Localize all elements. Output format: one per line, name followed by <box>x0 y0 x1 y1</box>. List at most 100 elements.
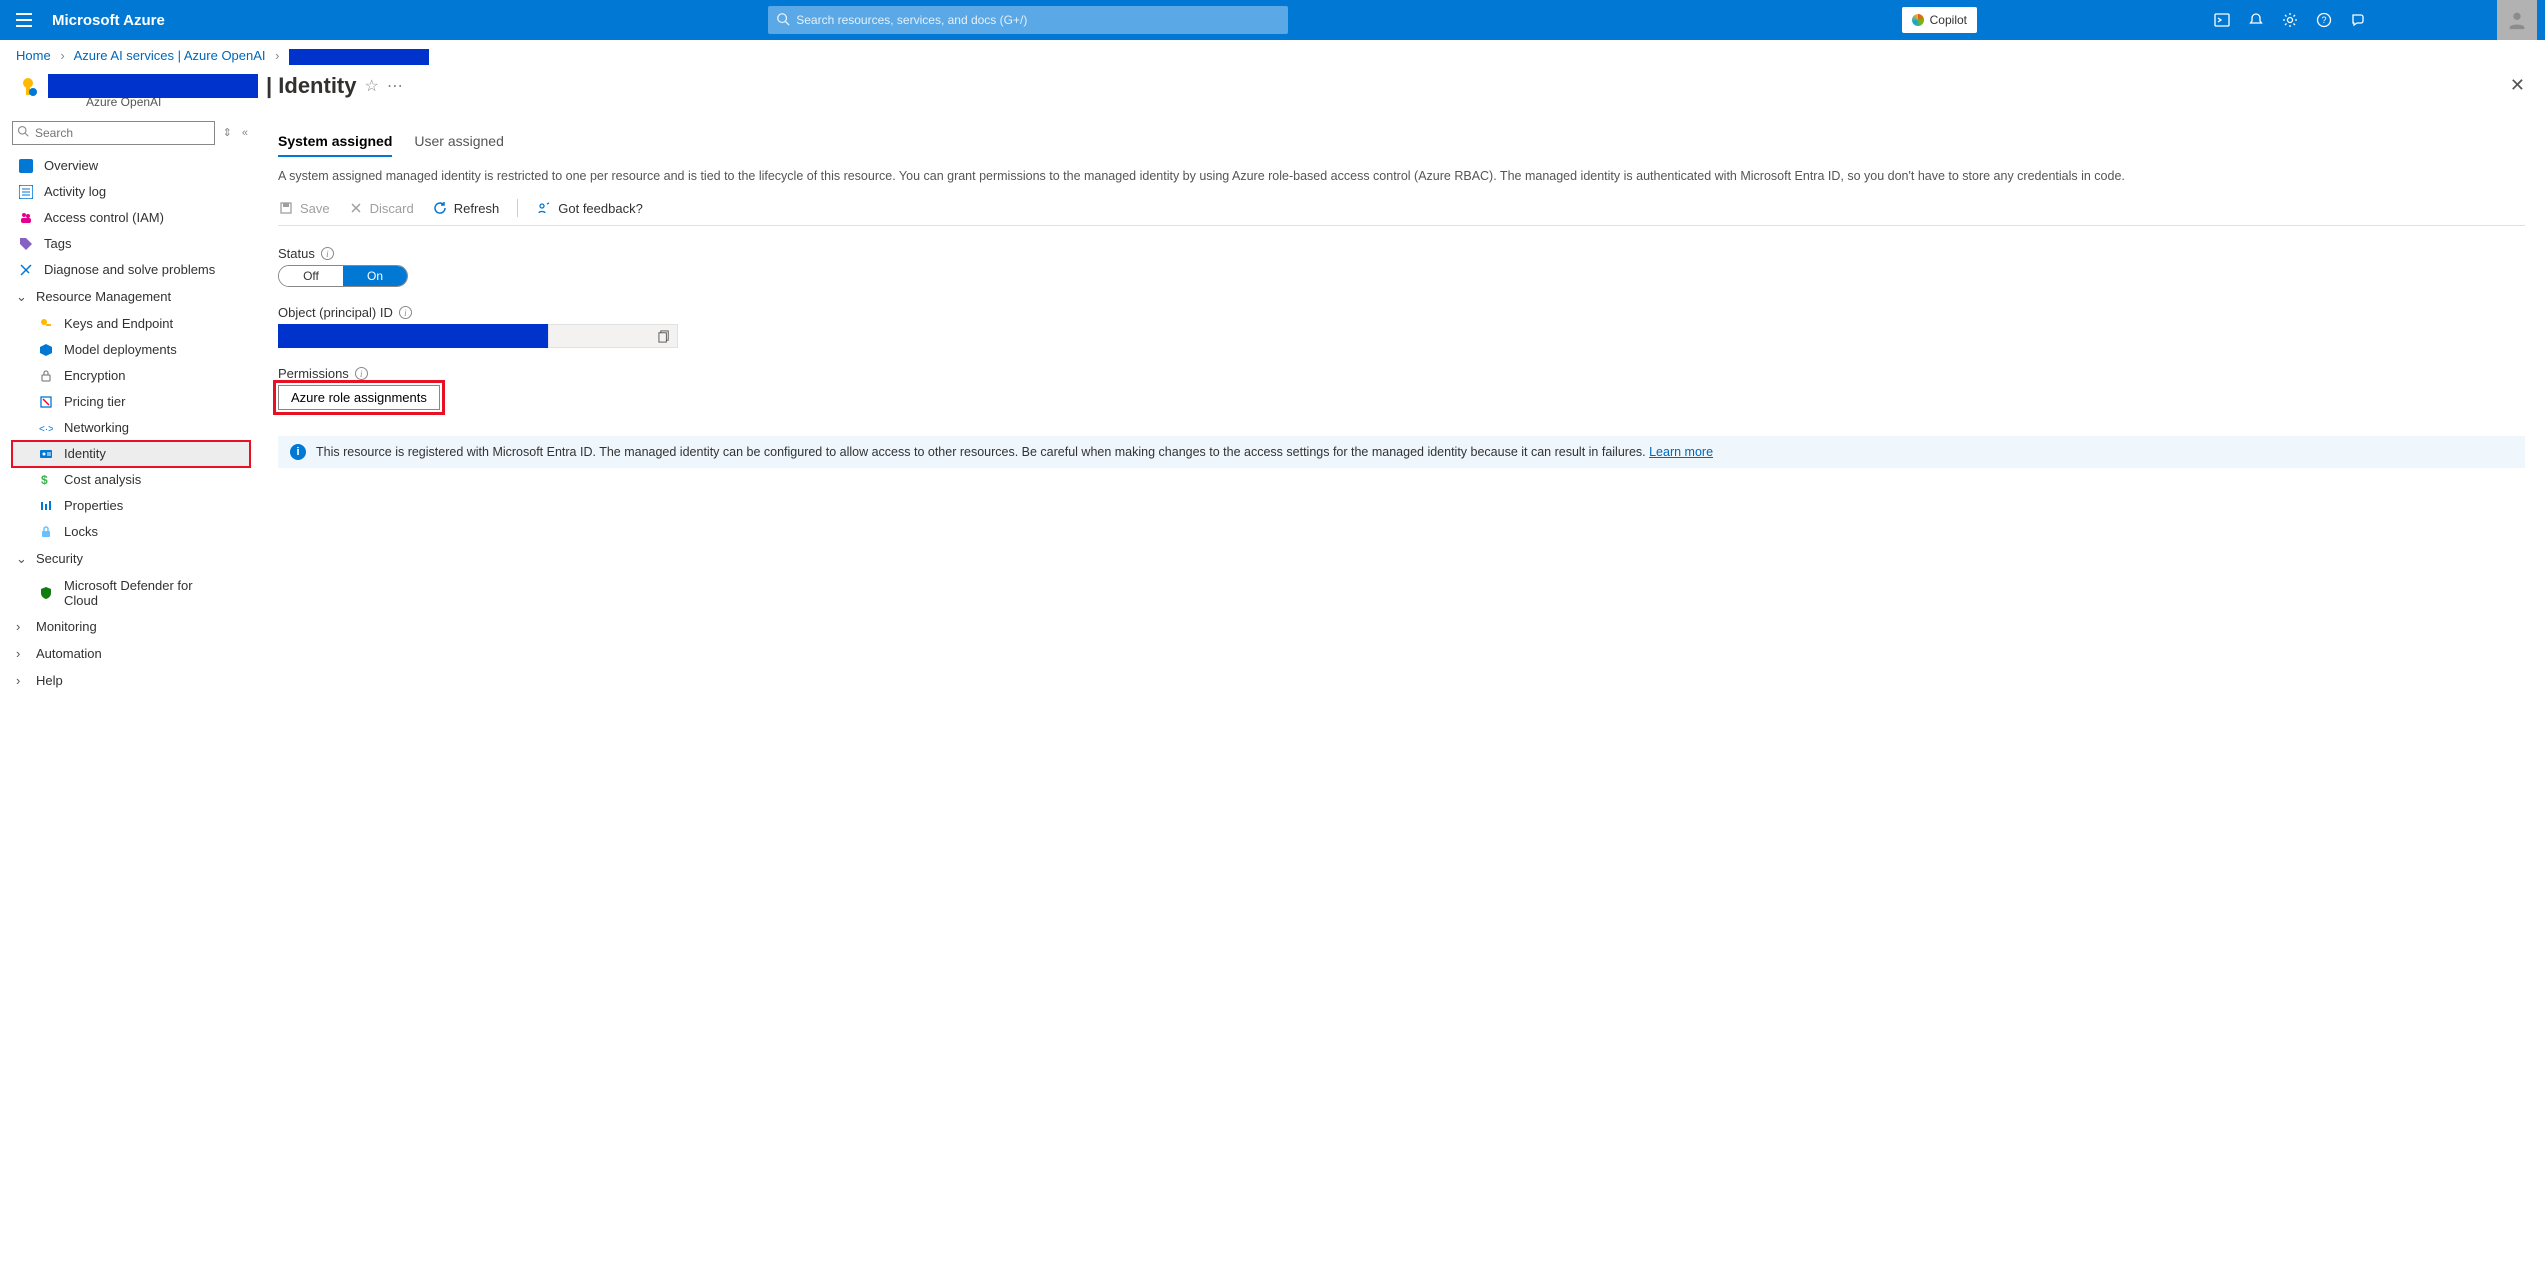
resource-name-redacted <box>48 74 258 98</box>
expand-collapse-icon[interactable]: ⇕ <box>221 124 234 141</box>
pricing-icon <box>38 394 54 410</box>
breadcrumb-service[interactable]: Azure AI services | Azure OpenAI <box>74 48 266 63</box>
settings-icon[interactable] <box>2275 0 2305 40</box>
permissions-label: Permissions <box>278 366 349 381</box>
azure-role-assignments-button[interactable]: Azure role assignments <box>278 385 440 410</box>
favorite-star-icon[interactable]: ☆ <box>365 76 379 96</box>
discard-button: Discard <box>348 200 414 216</box>
nav-keys-endpoint[interactable]: Keys and Endpoint <box>12 311 250 337</box>
nav-group-automation[interactable]: ›Automation <box>12 640 250 667</box>
identity-icon <box>38 446 54 462</box>
search-icon <box>17 125 29 137</box>
nav-networking[interactable]: <·>Networking <box>12 415 250 441</box>
key-icon <box>38 316 54 332</box>
breadcrumb-home[interactable]: Home <box>16 48 51 63</box>
notifications-icon[interactable] <box>2241 0 2271 40</box>
breadcrumb-sep: › <box>269 48 285 63</box>
help-icon[interactable]: ? <box>2309 0 2339 40</box>
activity-log-icon <box>18 184 34 200</box>
properties-icon <box>38 498 54 514</box>
locks-icon <box>38 524 54 540</box>
feedback-icon[interactable] <box>2343 0 2373 40</box>
nav-activity-log[interactable]: Activity log <box>12 179 250 205</box>
info-icon: i <box>290 444 306 460</box>
nav-pricing-tier[interactable]: Pricing tier <box>12 389 250 415</box>
info-icon[interactable]: i <box>399 306 412 319</box>
copilot-label: Copilot <box>1930 13 1967 27</box>
status-field: Statusi Off On <box>278 246 2525 287</box>
nav-identity[interactable]: Identity <box>12 441 250 467</box>
info-banner: i This resource is registered with Micro… <box>278 436 2525 468</box>
cloudshell-icon[interactable] <box>2207 0 2237 40</box>
chevron-down-icon: ⌄ <box>16 551 28 567</box>
nav-cost-analysis[interactable]: $Cost analysis <box>12 467 250 493</box>
info-icon[interactable]: i <box>321 247 334 260</box>
copilot-button[interactable]: Copilot <box>1902 7 1977 33</box>
info-icon[interactable]: i <box>355 367 368 380</box>
chevron-right-icon: › <box>16 646 28 661</box>
title-bar: | Identity ☆ ⋯ ✕ <box>0 69 2545 103</box>
chevron-down-icon: ⌄ <box>16 289 28 305</box>
nav-access-control[interactable]: Access control (IAM) <box>12 205 250 231</box>
global-search <box>768 6 1288 34</box>
command-bar: Save Discard Refresh Got feedback? <box>278 195 2525 226</box>
nav-diagnose[interactable]: Diagnose and solve problems <box>12 257 250 283</box>
global-search-input[interactable] <box>768 6 1288 34</box>
top-bar: Microsoft Azure Copilot ? <box>0 0 2545 40</box>
resource-icon <box>16 75 40 99</box>
iam-icon <box>18 210 34 226</box>
nav-group-security[interactable]: ⌄Security <box>12 545 250 573</box>
nav-search <box>12 121 215 145</box>
network-icon: <·> <box>38 420 54 436</box>
main-content: System assigned User assigned A system a… <box>258 119 2545 702</box>
nav-overview[interactable]: Overview <box>12 153 250 179</box>
account-avatar[interactable] <box>2497 0 2537 40</box>
toggle-on[interactable]: On <box>343 266 407 286</box>
object-id-field: Object (principal) IDi <box>278 305 2525 348</box>
tab-system-assigned[interactable]: System assigned <box>278 127 392 157</box>
nav-properties[interactable]: Properties <box>12 493 250 519</box>
info-banner-text: This resource is registered with Microso… <box>316 445 1713 459</box>
svg-text:<·>: <·> <box>39 424 53 435</box>
page-title: | Identity <box>266 73 357 99</box>
identity-description: A system assigned managed identity is re… <box>278 167 2525 186</box>
brand-label[interactable]: Microsoft Azure <box>52 12 165 29</box>
nav-locks[interactable]: Locks <box>12 519 250 545</box>
collapse-nav-icon[interactable]: « <box>240 125 250 141</box>
more-actions-icon[interactable]: ⋯ <box>387 76 403 96</box>
deployments-icon <box>38 342 54 358</box>
breadcrumb-resource-redacted[interactable] <box>289 49 429 65</box>
diagnose-icon <box>18 262 34 278</box>
nav-group-help[interactable]: ›Help <box>12 667 250 694</box>
object-id-value-redacted <box>278 324 548 348</box>
nav-model-deployments[interactable]: Model deployments <box>12 337 250 363</box>
toggle-off[interactable]: Off <box>279 266 343 286</box>
nav-tags[interactable]: Tags <box>12 231 250 257</box>
feedback-button[interactable]: Got feedback? <box>536 200 643 216</box>
svg-text:?: ? <box>2321 15 2326 25</box>
permissions-field: Permissions i Azure role assignments <box>278 366 2525 410</box>
svg-text:$: $ <box>41 473 48 487</box>
nav-search-input[interactable] <box>12 121 215 145</box>
nav-encryption[interactable]: Encryption <box>12 363 250 389</box>
copilot-icon <box>1912 14 1924 26</box>
toolbar-divider <box>517 199 518 217</box>
left-nav: ⇕ « Overview Activity log Access control… <box>0 119 258 702</box>
copy-button[interactable] <box>548 324 678 348</box>
close-blade-icon[interactable]: ✕ <box>2510 75 2525 96</box>
tab-user-assigned[interactable]: User assigned <box>414 127 504 157</box>
status-toggle[interactable]: Off On <box>278 265 408 287</box>
nav-group-resource-management[interactable]: ⌄Resource Management <box>12 283 250 311</box>
shield-icon <box>38 585 54 601</box>
nav-group-monitoring[interactable]: ›Monitoring <box>12 613 250 640</box>
lock-icon <box>38 368 54 384</box>
hamburger-menu-icon[interactable] <box>8 4 40 36</box>
nav-defender[interactable]: Microsoft Defender for Cloud <box>12 573 250 613</box>
breadcrumb: Home › Azure AI services | Azure OpenAI … <box>0 40 2545 69</box>
cost-icon: $ <box>38 472 54 488</box>
save-icon <box>278 200 294 216</box>
copy-icon <box>658 330 671 343</box>
tags-icon <box>18 236 34 252</box>
learn-more-link[interactable]: Learn more <box>1649 445 1713 459</box>
refresh-button[interactable]: Refresh <box>432 200 500 216</box>
